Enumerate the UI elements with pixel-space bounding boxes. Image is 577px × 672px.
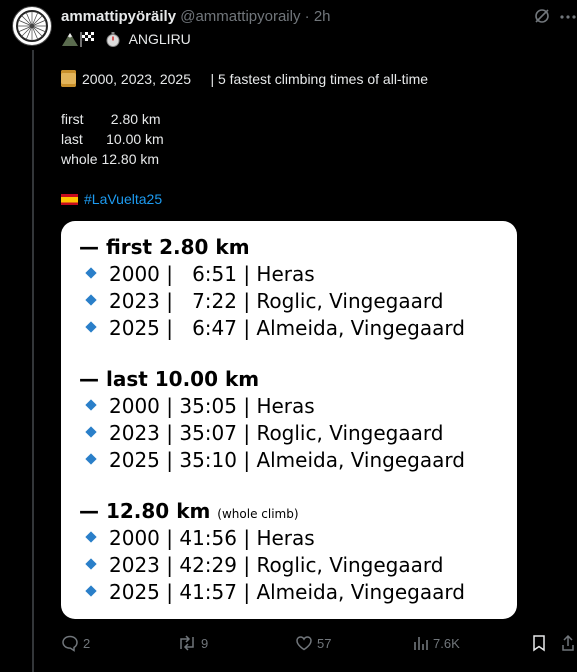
blue-diamond-icon [85,294,97,306]
blue-diamond-icon [85,426,97,438]
views-button[interactable]: 7.6K [413,632,460,654]
table-row: 2025 | 6:47 | Almeida, Vingegaard [85,316,465,340]
handle[interactable]: @ammattipyoraily [180,8,300,25]
section-title: — last 10.00 km [79,367,260,391]
section-title: — 12.80 km (whole climb) [79,499,299,523]
timestamp[interactable]: 2h [314,8,331,25]
repost-count: 9 [201,635,209,651]
stat-first: first 2.80 km [61,111,161,127]
table-row: 2000 | 35:05 | Heras [85,394,315,418]
views-icon [414,637,428,650]
stopwatch-icon [106,32,120,47]
hashtag-link[interactable]: #LaVuelta25 [84,191,162,207]
post-line-1: ANGLIRU [61,29,428,49]
blue-diamond-icon [85,453,97,465]
post-text: ANGLIRU 2000, 2023, 2025 | 5 fastest cli… [61,29,428,209]
table-row: 2023 | 35:07 | Roglic, Vingegaard [85,421,443,445]
repost-button[interactable]: 9 [177,632,208,654]
spain-flag-icon [61,194,78,205]
hashtag-line: #LaVuelta25 [61,189,428,209]
post-line-1-text: ANGLIRU [128,31,191,47]
display-name[interactable]: ammattipyöräily [61,8,176,25]
blue-diamond-icon [85,399,97,411]
thread-line [32,50,34,672]
share-icon [562,634,574,651]
table-row: 2025 | 41:57 | Almeida, Vingegaard [85,580,465,604]
grok-icon[interactable] [533,7,551,25]
blue-diamond-icon [85,321,97,333]
like-count: 57 [317,635,332,651]
avatar[interactable] [12,6,52,46]
media-image[interactable]: — first 2.80 km 2000 | 6:51 | Heras 2023… [61,221,517,619]
table-row: 2000 | 6:51 | Heras [85,262,315,286]
action-bar: 2 9 57 7.6K [61,632,574,654]
table-row: 2023 | 7:22 | Roglic, Vingegaard [85,289,443,313]
post-header: ammattipyöräily @ammattipyoraily · 2h [61,8,565,28]
table-row: 2023 | 42:29 | Roglic, Vingegaard [85,553,443,577]
table-row: 2025 | 35:10 | Almeida, Vingegaard [85,448,465,472]
repost-icon [180,635,194,651]
scroll-icon [61,70,76,87]
bookmark-button[interactable] [531,632,551,654]
mountain-icon [62,33,78,46]
blue-diamond-icon [85,531,97,543]
like-button[interactable]: 57 [295,632,331,654]
section-title: — first 2.80 km [79,235,250,259]
views-count: 7.6K [433,635,460,651]
post-line-2-text: 2000, 2023, 2025 | 5 fastest climbing ti… [82,71,429,87]
section-note: (whole climb) [217,507,299,521]
bicycle-wheel-icon [16,10,48,42]
blue-diamond-icon [85,558,97,570]
reply-icon [62,635,78,652]
post-line-2: 2000, 2023, 2025 | 5 fastest climbing ti… [61,69,428,89]
heart-icon [296,636,312,651]
blue-diamond-icon [85,585,97,597]
table-row: 2000 | 41:56 | Heras [85,526,315,550]
share-button[interactable] [561,632,577,654]
stat-whole: whole 12.80 km [61,151,160,167]
blue-diamond-icon [85,267,97,279]
separator: · [300,8,314,25]
reply-button[interactable]: 2 [61,632,90,654]
reply-count: 2 [83,635,91,651]
checkered-flag-icon [80,32,94,47]
more-icon[interactable] [559,10,577,24]
stat-last: last 10.00 km [61,131,164,147]
bookmark-icon [533,635,545,652]
